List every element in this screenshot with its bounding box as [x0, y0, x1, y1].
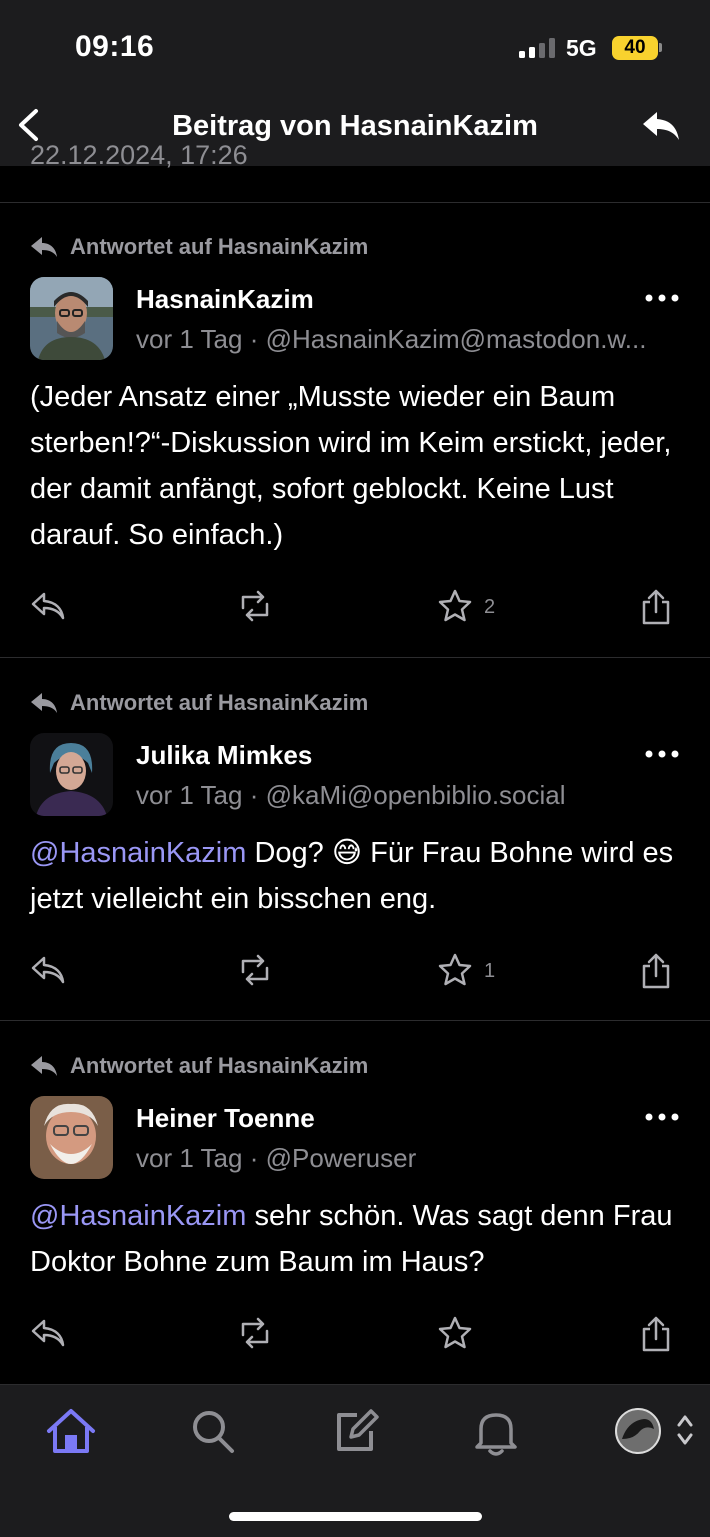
signal-icon — [519, 38, 555, 58]
post-time: vor 1 Tag — [136, 324, 243, 354]
reply-context[interactable]: Antwortet auf HasnainKazim — [30, 688, 368, 718]
author-name[interactable]: Julika Mimkes — [136, 740, 312, 771]
share-icon[interactable] — [640, 1315, 672, 1353]
post-time: vor 1 Tag — [136, 1143, 243, 1173]
home-icon[interactable] — [45, 1407, 97, 1455]
divider — [0, 202, 710, 203]
star-icon[interactable] — [437, 1315, 473, 1351]
favorite-count: 1 — [484, 960, 496, 982]
boost-icon[interactable] — [236, 1315, 274, 1351]
post-actions: 2 — [0, 588, 710, 628]
status-time: 09:16 — [75, 30, 155, 63]
more-options-icon[interactable] — [645, 750, 679, 758]
star-icon[interactable] — [437, 588, 473, 624]
profile-avatar[interactable] — [614, 1407, 662, 1455]
share-icon[interactable] — [640, 952, 672, 990]
share-icon[interactable] — [640, 588, 672, 626]
battery-cap — [659, 43, 662, 52]
reply-context-label: Antwortet auf HasnainKazim — [70, 1053, 369, 1078]
home-indicator[interactable] — [229, 1512, 482, 1521]
post-text: @HasnainKazim Dog? 😅 Für Frau Bohne wird… — [30, 837, 674, 915]
previous-post-timestamp: 22.12.2024, 17:26 — [30, 140, 248, 170]
divider — [0, 1020, 710, 1021]
avatar[interactable] — [30, 1096, 113, 1179]
post-actions: 1 — [0, 952, 710, 992]
post-meta: vor 1 Tag · @HasnainKazim@mastodon.w... — [136, 324, 647, 354]
author-name[interactable]: Heiner Toenne — [136, 1103, 315, 1134]
reply-context-label: Antwortet auf HasnainKazim — [70, 234, 369, 259]
reply-icon[interactable] — [30, 952, 66, 988]
reply-context[interactable]: Antwortet auf HasnainKazim — [30, 232, 368, 262]
compose-icon[interactable] — [333, 1407, 379, 1455]
search-icon[interactable] — [190, 1407, 236, 1455]
post-text: @HasnainKazim sehr schön. Was sagt denn … — [30, 1200, 673, 1278]
avatar[interactable] — [30, 277, 113, 360]
author-handle[interactable]: @HasnainKazim@mastodon.w... — [266, 324, 647, 354]
reply-all-icon[interactable] — [640, 108, 682, 144]
page-title: Beitrag von HasnainKazim — [172, 110, 538, 142]
reply-icon[interactable] — [30, 588, 66, 624]
account-switch-icon[interactable] — [677, 1413, 693, 1447]
star-icon[interactable] — [437, 952, 473, 988]
boost-icon[interactable] — [236, 952, 274, 988]
reply-context[interactable]: Antwortet auf HasnainKazim — [30, 1051, 368, 1081]
author-name[interactable]: HasnainKazim — [136, 284, 314, 315]
reply-context-icon — [31, 693, 57, 713]
mention-link[interactable]: @HasnainKazim — [30, 1200, 246, 1232]
status-bar: 09:16 5G 40 — [0, 0, 710, 96]
author-handle[interactable]: @kaMi@openbiblio.social — [266, 780, 566, 810]
post-actions — [0, 1315, 710, 1355]
more-options-icon[interactable] — [645, 1113, 679, 1121]
boost-icon[interactable] — [236, 588, 274, 624]
more-options-icon[interactable] — [645, 294, 679, 302]
post-time: vor 1 Tag — [136, 780, 243, 810]
post-meta: vor 1 Tag · @Poweruser — [136, 1143, 417, 1173]
network-type: 5G — [566, 35, 597, 61]
mention-link[interactable]: @HasnainKazim — [30, 837, 246, 869]
author-handle[interactable]: @Poweruser — [266, 1143, 417, 1173]
reply-context-label: Antwortet auf HasnainKazim — [70, 690, 369, 715]
notifications-icon[interactable] — [473, 1407, 519, 1457]
battery-icon: 40 — [612, 36, 658, 60]
post-text: (Jeder Ansatz einer „Musste wieder ein B… — [30, 381, 672, 551]
divider — [0, 657, 710, 658]
post-meta: vor 1 Tag · @kaMi@openbiblio.social — [136, 780, 566, 810]
reply-icon[interactable] — [30, 1315, 66, 1351]
avatar[interactable] — [30, 733, 113, 816]
reply-context-icon — [31, 1056, 57, 1076]
reply-context-icon — [31, 237, 57, 257]
favorite-count: 2 — [484, 596, 496, 618]
